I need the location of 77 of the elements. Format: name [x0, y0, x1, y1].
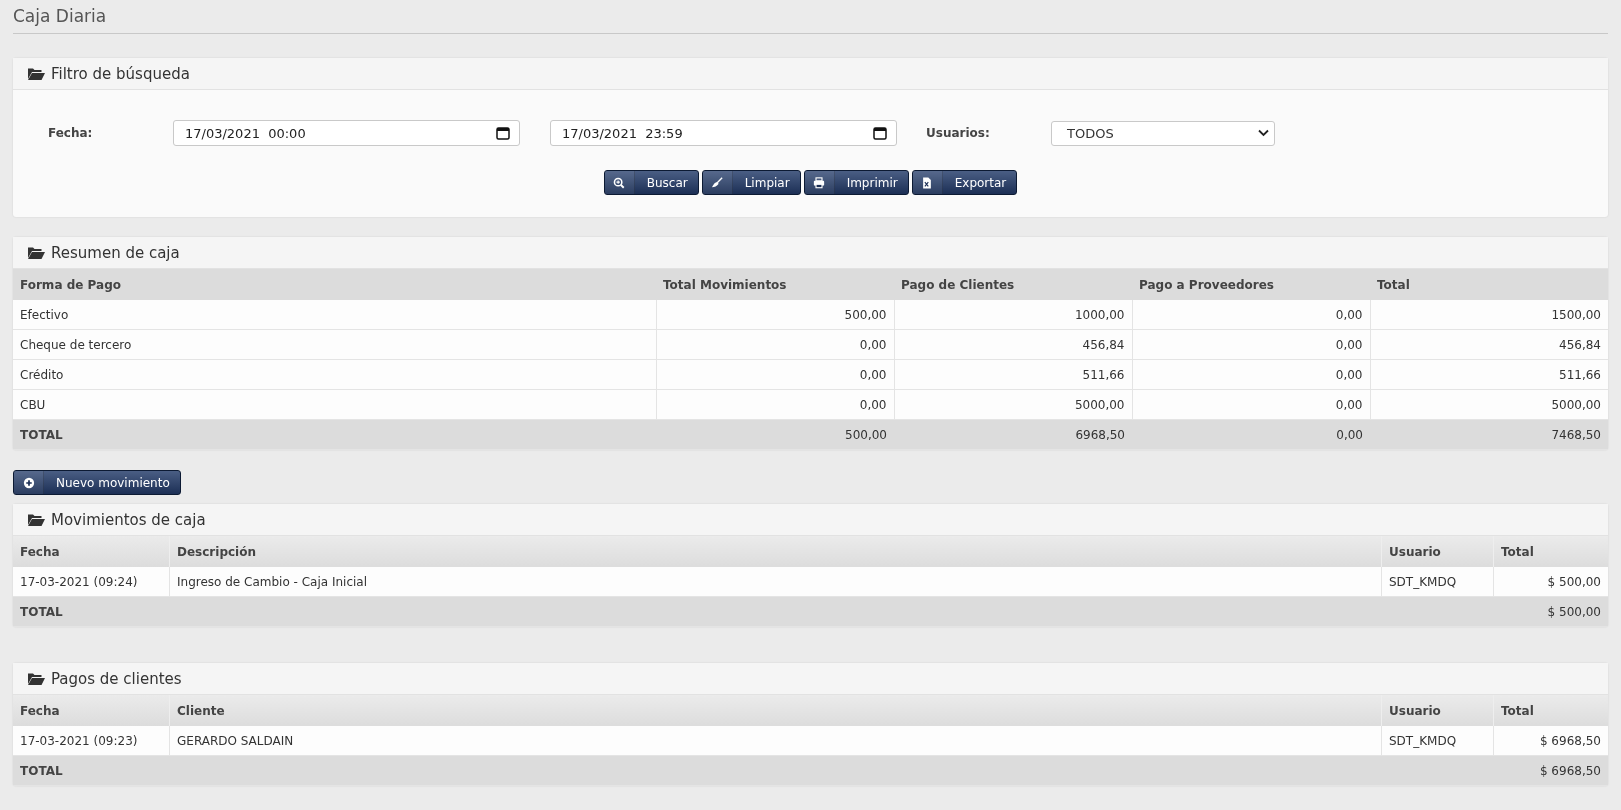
table-cell: 0,00 [1132, 419, 1370, 450]
table-cell: TOTAL [13, 419, 656, 450]
table-cell: CBU [13, 389, 656, 420]
column-header: Total Movimientos [656, 269, 894, 300]
zoom-in-icon [613, 176, 626, 189]
table-cell: 17-03-2021 (09:24) [13, 567, 170, 597]
column-header: Total [1493, 536, 1608, 567]
spreadsheet-file-icon [921, 176, 934, 189]
action-button[interactable]: Limpiar [701, 170, 801, 195]
table-cell: $ 500,00 [1493, 567, 1608, 597]
table-cell: Crédito [13, 359, 656, 390]
field-label: Usuarios: [926, 126, 991, 140]
table-cell: 500,00 [656, 300, 894, 330]
page-title: Caja Diaria [13, 4, 1608, 34]
table-cell: TOTAL [13, 596, 1494, 627]
column-header: Descripción [169, 536, 1382, 567]
calendar-icon [496, 126, 510, 140]
brush-icon [711, 176, 724, 189]
table-cell: Ingreso de Cambio - Caja Inicial [169, 567, 1382, 597]
table-cell: 0,00 [656, 389, 894, 420]
table-cell: 456,84 [894, 329, 1132, 360]
column-header: Total [1493, 695, 1608, 726]
field-label: Fecha: [48, 126, 94, 140]
table-cell: 1500,00 [1370, 300, 1608, 330]
table-cell: SDT_KMDQ [1381, 567, 1494, 597]
table-cell: 6968,50 [894, 419, 1132, 450]
column-header: Cliente [169, 695, 1382, 726]
folder-icon [28, 67, 45, 80]
chevron-down-icon [1258, 129, 1269, 137]
column-header: Usuario [1381, 695, 1494, 726]
table-cell: $ 6968,50 [1493, 726, 1608, 756]
table-cell: $ 500,00 [1493, 596, 1608, 627]
table-cell: 0,00 [1132, 389, 1370, 420]
table-cell: 511,66 [894, 359, 1132, 390]
panel-title: Movimientos de caja [51, 510, 206, 529]
table-cell: 5000,00 [1370, 389, 1608, 420]
users-dropdown[interactable]: TODOS [1051, 120, 1275, 146]
panel-title: Filtro de búsqueda [51, 64, 190, 83]
column-header: Usuario [1381, 536, 1494, 567]
new-movement-button[interactable]: Nuevo movimiento [13, 470, 181, 495]
table-cell: 0,00 [656, 359, 894, 390]
folder-icon [28, 672, 45, 685]
table-cell: Efectivo [13, 300, 656, 330]
panel-title: Pagos de clientes [51, 669, 182, 688]
table-cell: GERARDO SALDAIN [169, 726, 1382, 756]
action-button[interactable]: Buscar [603, 170, 699, 195]
column-header: Pago de Clientes [894, 269, 1132, 300]
table-cell: 1000,00 [894, 300, 1132, 330]
column-header: Forma de Pago [13, 269, 656, 300]
column-header: Total [1370, 269, 1608, 300]
table-cell: 511,66 [1370, 359, 1608, 390]
folder-icon [28, 246, 45, 259]
table-cell: TOTAL [13, 755, 1494, 786]
table-cell: 500,00 [656, 419, 894, 450]
plus-circle-icon [22, 476, 35, 489]
printer-icon [813, 176, 826, 189]
table-cell: SDT_KMDQ [1381, 726, 1494, 756]
table-cell: 456,84 [1370, 329, 1608, 360]
column-header: Pago a Proveedores [1132, 269, 1370, 300]
table-cell: 7468,50 [1370, 419, 1608, 450]
date-time-field[interactable]: 17/03/2021 23:59 [550, 120, 897, 146]
column-header: Fecha [13, 695, 170, 726]
folder-icon [28, 513, 45, 526]
table-cell: 0,00 [1132, 300, 1370, 330]
calendar-icon [873, 126, 887, 140]
table-cell: 0,00 [1132, 329, 1370, 360]
column-header: Fecha [13, 536, 170, 567]
action-button[interactable]: Exportar [911, 170, 1018, 195]
table-cell: $ 6968,50 [1493, 755, 1608, 786]
panel-title: Resumen de caja [51, 243, 180, 262]
action-button[interactable]: Imprimir [803, 170, 909, 195]
table-cell: 0,00 [1132, 359, 1370, 390]
table-cell: 17-03-2021 (09:23) [13, 726, 170, 756]
date-time-field[interactable]: 17/03/2021 00:00 [173, 120, 520, 146]
table-cell: Cheque de tercero [13, 329, 656, 360]
table-cell: 0,00 [656, 329, 894, 360]
table-cell: 5000,00 [894, 389, 1132, 420]
